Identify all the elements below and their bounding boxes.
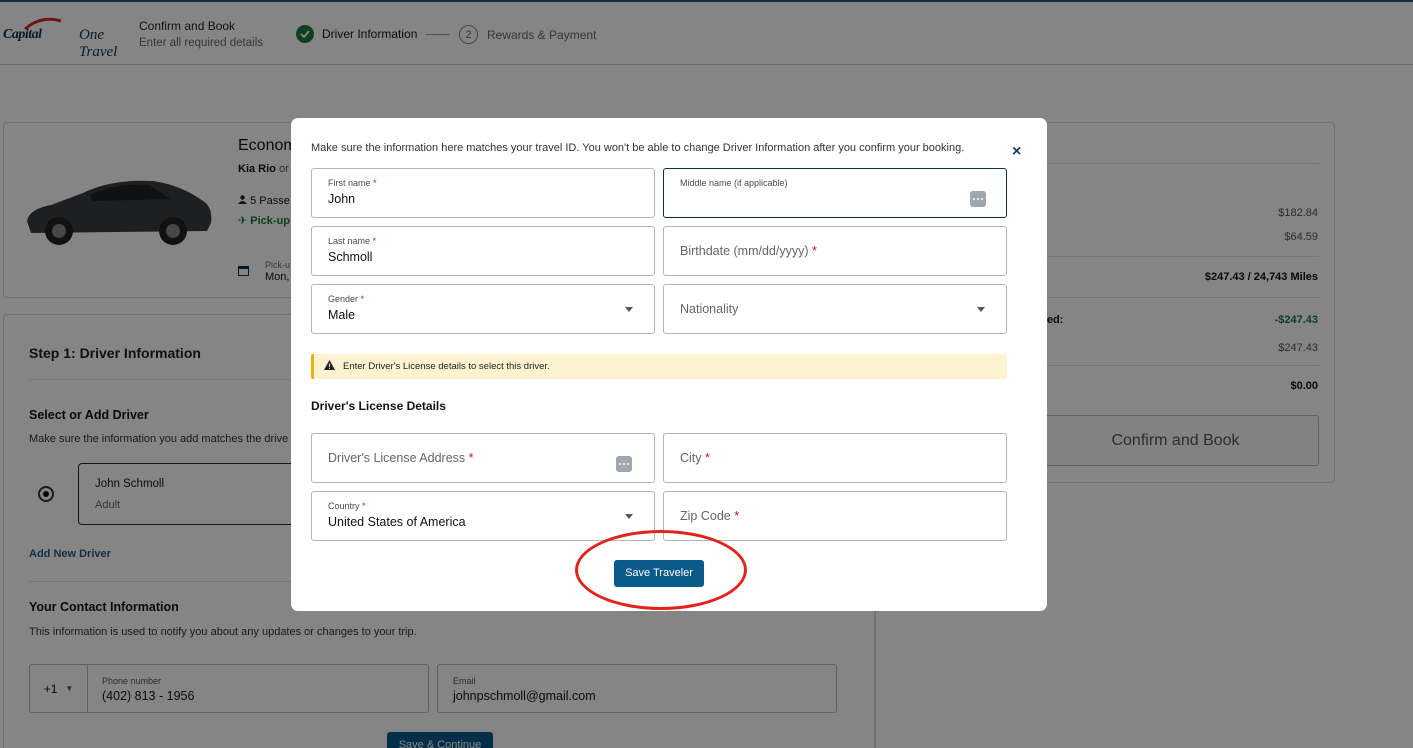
middle-name-field[interactable]: Middle name (if applicable) [663, 168, 1007, 218]
gender-select[interactable]: Gender * Male [311, 284, 655, 334]
modal-description: Make sure the information here matches y… [311, 142, 965, 154]
license-address-placeholder-text: Driver's License Address [328, 451, 466, 465]
city-placeholder: City * [680, 451, 710, 465]
autofill-icon[interactable] [970, 191, 986, 207]
last-name-value: Schmoll [328, 250, 373, 264]
required-asterisk: * [812, 244, 817, 258]
gender-label: Gender * [328, 294, 364, 304]
required-asterisk: * [360, 294, 365, 304]
zip-code-placeholder-text: Zip Code [680, 509, 731, 523]
zip-code-placeholder: Zip Code * [680, 509, 739, 523]
nationality-select[interactable]: Nationality [663, 284, 1007, 334]
required-asterisk: * [372, 236, 377, 246]
license-address-placeholder: Driver's License Address * [328, 451, 474, 465]
middle-name-label: Middle name (if applicable) [680, 178, 788, 188]
license-address-field[interactable]: Driver's License Address * [311, 433, 655, 483]
autofill-icon[interactable] [616, 456, 632, 472]
birthdate-placeholder-text: Birthdate (mm/dd/yyyy) [680, 244, 809, 258]
close-icon[interactable]: × [1012, 143, 1021, 161]
chevron-down-icon [977, 307, 985, 312]
chevron-down-icon [625, 307, 633, 312]
country-label-text: Country [328, 501, 360, 511]
birthdate-field[interactable]: Birthdate (mm/dd/yyyy) * [663, 226, 1007, 276]
country-value: United States of America [328, 515, 466, 529]
city-field[interactable]: City * [663, 433, 1007, 483]
birthdate-placeholder: Birthdate (mm/dd/yyyy) * [680, 244, 817, 258]
gender-value: Male [328, 308, 356, 322]
gender-label-text: Gender [328, 294, 359, 304]
last-name-label: Last name * [328, 236, 376, 246]
license-warning-banner: Enter Driver's License details to select… [311, 354, 1007, 379]
warning-icon [324, 360, 335, 370]
warning-text: Enter Driver's License details to select… [343, 361, 550, 372]
zip-code-field[interactable]: Zip Code * [663, 491, 1007, 541]
last-name-field[interactable]: Last name * Schmoll [311, 226, 655, 276]
required-asterisk: * [705, 451, 710, 465]
first-name-field[interactable]: First name * John [311, 168, 655, 218]
chevron-down-icon [625, 514, 633, 519]
first-name-value: John [328, 192, 356, 206]
nationality-placeholder: Nationality [680, 302, 739, 316]
city-placeholder-text: City [680, 451, 702, 465]
country-label: Country * [328, 501, 366, 511]
required-asterisk: * [373, 178, 377, 188]
annotation-circle [575, 530, 747, 610]
required-asterisk: * [468, 451, 474, 465]
first-name-label-text: First name [328, 178, 371, 188]
required-asterisk: * [734, 509, 740, 523]
first-name-label: First name * [328, 178, 377, 188]
country-select[interactable]: Country * United States of America [311, 491, 655, 541]
last-name-label-text: Last name [328, 236, 371, 246]
license-section-title: Driver's License Details [311, 399, 446, 413]
required-asterisk: * [362, 501, 366, 511]
